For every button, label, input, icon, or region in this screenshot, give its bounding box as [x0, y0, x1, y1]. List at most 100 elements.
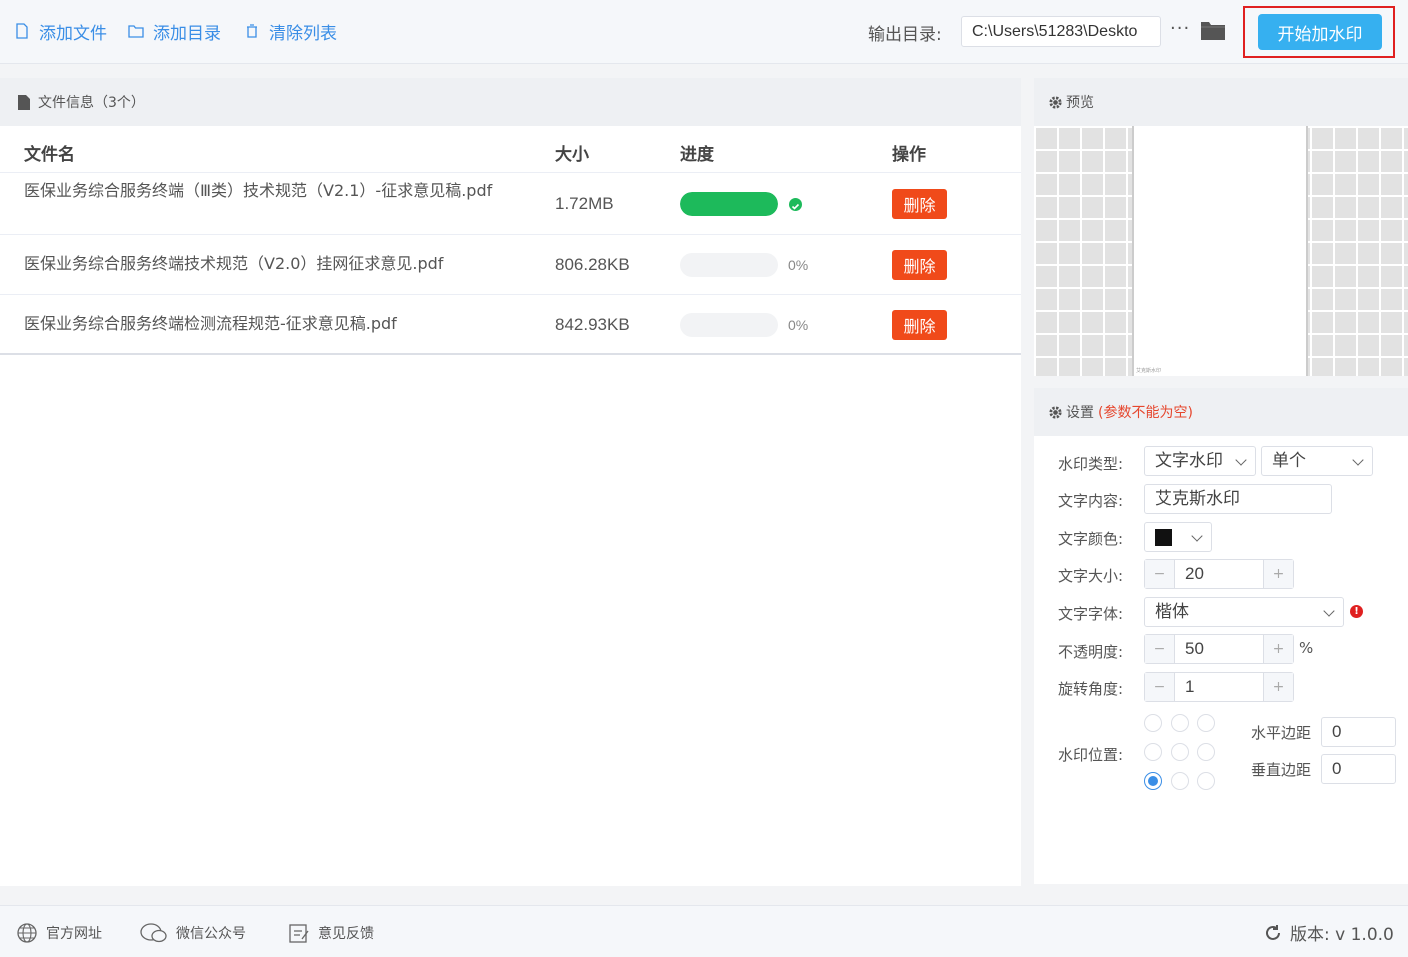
- watermark-type-select[interactable]: 文字水印: [1144, 446, 1256, 476]
- add-directory-label: 添加目录: [153, 23, 221, 44]
- delete-button[interactable]: 删除: [892, 250, 947, 280]
- gear-icon: [1049, 95, 1062, 109]
- progress-bar: [680, 313, 778, 337]
- table-row: 医保业务综合服务终端技术规范（V2.0）挂网征求意见.pdf 806.28KB …: [0, 235, 1021, 295]
- footer: 官方网址 微信公众号 意见反馈 版本: v 1.0.0: [0, 905, 1408, 957]
- check-icon: [789, 198, 802, 211]
- chevron-down-icon: [1323, 605, 1335, 617]
- position-bottom-left-radio[interactable]: [1144, 772, 1162, 790]
- column-size: 大小: [555, 145, 589, 165]
- increase-button[interactable]: +: [1263, 635, 1293, 663]
- add-file-button[interactable]: 添加文件: [14, 18, 107, 44]
- position-bottom-right-radio[interactable]: [1197, 772, 1215, 790]
- increase-button[interactable]: +: [1263, 560, 1293, 588]
- color-swatch: [1155, 529, 1172, 546]
- table-header: 文件名 大小 进度 操作: [0, 126, 1021, 173]
- toolbar: 添加文件 添加目录 清除列表 输出目录: C:\Users\51283\Desk…: [0, 0, 1408, 64]
- text-size-value[interactable]: 20: [1185, 560, 1204, 588]
- text-content-label: 文字内容:: [1058, 492, 1124, 510]
- vertical-margin-label: 垂直边距: [1251, 761, 1312, 779]
- settings-title: 设置: [1066, 405, 1094, 421]
- output-dir-input[interactable]: C:\Users\51283\Deskto: [961, 16, 1161, 47]
- settings-note: (参数不能为空): [1098, 405, 1193, 421]
- more-options-button[interactable]: ···: [1170, 18, 1192, 40]
- preview-panel: 预览 艾克斯水印: [1034, 78, 1408, 376]
- position-top-left-radio[interactable]: [1144, 714, 1162, 732]
- feedback-link[interactable]: 意见反馈: [288, 922, 374, 944]
- rotation-stepper[interactable]: − 1 +: [1144, 672, 1294, 702]
- text-size-stepper[interactable]: − 20 +: [1144, 559, 1294, 589]
- position-top-center-radio[interactable]: [1171, 714, 1189, 732]
- opacity-stepper[interactable]: − 50 +: [1144, 634, 1294, 664]
- file-name: 医保业务综合服务终端检测流程规范-征求意见稿.pdf: [24, 314, 397, 333]
- progress-text: 0%: [788, 317, 809, 333]
- delete-button[interactable]: 删除: [892, 310, 947, 340]
- position-top-right-radio[interactable]: [1197, 714, 1215, 732]
- file-size: 1.72MB: [555, 194, 614, 213]
- horizontal-margin-label: 水平边距: [1251, 724, 1312, 742]
- watermark-mode-value: 单个: [1272, 451, 1306, 471]
- progress-fill: [680, 192, 778, 216]
- output-dir-label: 输出目录:: [868, 25, 942, 45]
- opacity-unit: %: [1299, 639, 1314, 657]
- settings-panel: 设置 (参数不能为空) 水印类型: 文字水印 单个 文字内容: 艾克斯水印 文字…: [1034, 388, 1408, 884]
- increase-button[interactable]: +: [1263, 673, 1293, 701]
- refresh-icon[interactable]: [1264, 924, 1282, 942]
- text-color-picker[interactable]: [1144, 522, 1212, 552]
- wechat-link[interactable]: 微信公众号: [140, 922, 246, 944]
- warning-icon: !: [1350, 605, 1363, 618]
- file-panel-header: 文件信息（3个）: [0, 78, 1021, 126]
- clear-list-button[interactable]: 清除列表: [244, 18, 337, 44]
- text-font-select[interactable]: 楷体: [1144, 597, 1344, 627]
- wechat-label: 微信公众号: [176, 926, 246, 942]
- preview-header: 预览: [1034, 78, 1408, 126]
- file-size: 842.93KB: [555, 315, 630, 334]
- position-middle-center-radio[interactable]: [1171, 743, 1189, 761]
- preview-page: 艾克斯水印: [1132, 126, 1308, 376]
- position-middle-left-radio[interactable]: [1144, 743, 1162, 761]
- preview-canvas: 艾克斯水印: [1034, 126, 1408, 376]
- chevron-down-icon: [1191, 530, 1203, 542]
- website-link[interactable]: 官方网址: [16, 922, 102, 944]
- rotation-label: 旋转角度:: [1058, 680, 1124, 698]
- gear-icon: [1049, 405, 1062, 419]
- add-file-label: 添加文件: [39, 23, 107, 44]
- decrease-button[interactable]: −: [1145, 635, 1175, 663]
- file-list-panel: 文件信息（3个） 文件名 大小 进度 操作 医保业务综合服务终端（Ⅲ类）技术规范…: [0, 78, 1021, 886]
- horizontal-margin-input[interactable]: 0: [1321, 717, 1396, 747]
- clear-list-label: 清除列表: [269, 23, 337, 44]
- text-color-label: 文字颜色:: [1058, 530, 1124, 548]
- progress-text: 0%: [788, 257, 809, 273]
- progress-bar: [680, 192, 778, 216]
- watermark-sample: 艾克斯水印: [1136, 368, 1162, 374]
- opacity-value[interactable]: 50: [1185, 635, 1204, 663]
- document-icon: [18, 94, 30, 110]
- file-name: 医保业务综合服务终端（Ⅲ类）技术规范（V2.1）-征求意见稿.pdf: [24, 181, 493, 200]
- watermark-mode-select[interactable]: 单个: [1261, 446, 1373, 476]
- file-icon: [16, 23, 28, 39]
- position-bottom-center-radio[interactable]: [1171, 772, 1189, 790]
- position-middle-right-radio[interactable]: [1197, 743, 1215, 761]
- delete-button[interactable]: 删除: [892, 189, 947, 219]
- decrease-button[interactable]: −: [1145, 673, 1175, 701]
- decrease-button[interactable]: −: [1145, 560, 1175, 588]
- start-watermark-button[interactable]: 开始加水印: [1258, 14, 1382, 50]
- rotation-value[interactable]: 1: [1185, 673, 1194, 701]
- column-action: 操作: [892, 145, 926, 165]
- table-row: 医保业务综合服务终端检测流程规范-征求意见稿.pdf 842.93KB 0% 删…: [0, 295, 1021, 355]
- text-content-input[interactable]: 艾克斯水印: [1144, 484, 1332, 514]
- column-filename: 文件名: [24, 145, 75, 165]
- opacity-label: 不透明度:: [1058, 643, 1124, 661]
- file-name: 医保业务综合服务终端技术规范（V2.0）挂网征求意见.pdf: [24, 254, 444, 273]
- add-directory-button[interactable]: 添加目录: [128, 18, 221, 44]
- folder-icon[interactable]: [1200, 18, 1226, 42]
- version-label: 版本: v 1.0.0: [1290, 925, 1394, 945]
- globe-icon: [17, 923, 37, 943]
- column-progress: 进度: [680, 145, 714, 165]
- wechat-icon: [140, 923, 167, 943]
- watermark-type-value: 文字水印: [1155, 451, 1223, 471]
- vertical-margin-input[interactable]: 0: [1321, 754, 1396, 784]
- trash-icon: [247, 24, 257, 38]
- edit-icon: [289, 924, 309, 943]
- feedback-label: 意见反馈: [318, 926, 374, 942]
